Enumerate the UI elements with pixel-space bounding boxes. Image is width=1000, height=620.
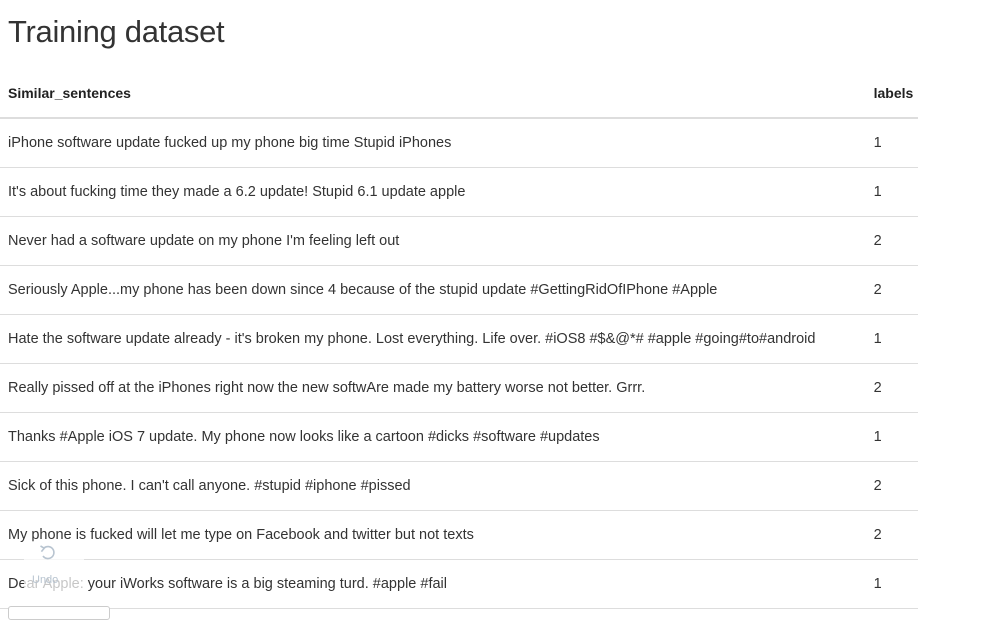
label-cell: 2 — [873, 510, 918, 560]
undo-button[interactable]: Undo — [24, 541, 84, 593]
training-data-table: Similar_sentences labels iPhone software… — [0, 68, 918, 609]
table-row: Hate the software update already - it's … — [0, 314, 918, 364]
table-row: Dear Apple: your iWorks software is a bi… — [0, 559, 918, 609]
label-cell: 1 — [873, 118, 918, 168]
table-header-row: Similar_sentences labels — [0, 68, 918, 119]
sentence-cell: My phone is fucked will let me type on F… — [0, 510, 874, 560]
table-row: Never had a software update on my phone … — [0, 216, 918, 266]
table-row: iPhone software update fucked up my phon… — [0, 118, 918, 168]
table-row: Seriously Apple...my phone has been down… — [0, 265, 918, 315]
sentence-cell: Thanks #Apple iOS 7 update. My phone now… — [0, 412, 874, 462]
label-cell: 2 — [873, 265, 918, 315]
sentence-cell: Hate the software update already - it's … — [0, 314, 874, 364]
sentence-cell: iPhone software update fucked up my phon… — [0, 118, 874, 168]
table-row: Really pissed off at the iPhones right n… — [0, 363, 918, 413]
label-cell: 2 — [873, 363, 918, 413]
table-row: It's about fucking time they made a 6.2 … — [0, 167, 918, 217]
undo-label: Undo — [32, 574, 59, 586]
sentence-cell: Sick of this phone. I can't call anyone.… — [0, 461, 874, 511]
table-row: My phone is fucked will let me type on F… — [0, 510, 918, 560]
label-cell: 1 — [873, 167, 918, 217]
sentence-cell: Really pissed off at the iPhones right n… — [0, 363, 874, 413]
label-cell: 1 — [873, 412, 918, 462]
label-cell: 1 — [873, 314, 918, 364]
table-row: Sick of this phone. I can't call anyone.… — [0, 461, 918, 511]
page-title: Training dataset — [8, 14, 225, 49]
sentence-cell: It's about fucking time they made a 6.2 … — [0, 167, 874, 217]
sentence-cell: Never had a software update on my phone … — [0, 216, 874, 266]
column-header-similar-sentences[interactable]: Similar_sentences — [0, 68, 874, 119]
undo-icon — [40, 545, 55, 560]
label-cell: 1 — [873, 559, 918, 609]
table-row: Thanks #Apple iOS 7 update. My phone now… — [0, 412, 918, 462]
bottom-control[interactable] — [8, 606, 110, 620]
label-cell: 2 — [873, 461, 918, 511]
column-header-labels[interactable]: labels — [873, 68, 918, 119]
label-cell: 2 — [873, 216, 918, 266]
sentence-cell: Dear Apple: your iWorks software is a bi… — [0, 559, 874, 609]
sentence-cell: Seriously Apple...my phone has been down… — [0, 265, 874, 315]
